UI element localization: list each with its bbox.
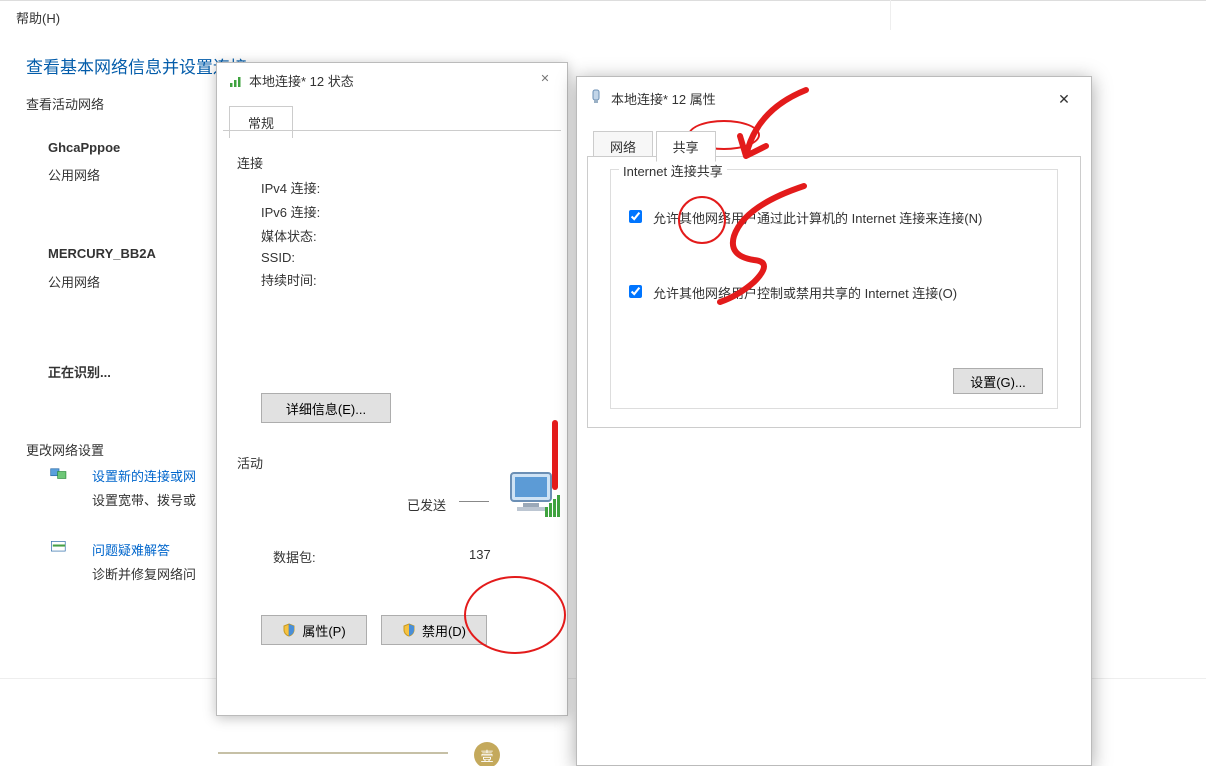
ipv6-label: IPv6 连接: xyxy=(261,202,351,221)
setup-connection-icon xyxy=(50,466,68,482)
adapter-icon xyxy=(589,89,603,108)
pc-monitor-icon xyxy=(505,469,565,521)
sent-label: 已发送 xyxy=(407,495,446,514)
properties-dialog-title: 本地连接* 12 属性 xyxy=(589,89,716,108)
duration-label: 持续时间: xyxy=(261,270,351,289)
network-name-2: MERCURY_BB2A xyxy=(48,246,156,261)
setup-connection-desc: 设置宽带、拨号或 xyxy=(92,490,196,509)
details-button[interactable]: 详细信息(E)... xyxy=(261,393,391,423)
activity-header: 活动 xyxy=(237,453,263,472)
status-dialog-title: 本地连接* 12 状态 xyxy=(229,71,354,90)
status-dialog: 本地连接* 12 状态 常规 连接 IPv4 连接: IPv6 连接: 媒体状态… xyxy=(216,62,568,716)
disable-button[interactable]: 禁用(D) xyxy=(381,615,487,645)
network-type-2: 公用网络 xyxy=(48,272,100,291)
menu-help[interactable]: 帮助(H) xyxy=(16,8,60,27)
network-type-1: 公用网络 xyxy=(48,165,100,184)
allow-others-control-label: 允许其他网络用户控制或禁用共享的 Internet 连接(O) xyxy=(653,283,957,302)
sent-dash xyxy=(459,501,489,502)
status-close-button[interactable] xyxy=(529,67,561,89)
properties-button[interactable]: 属性(P) xyxy=(261,615,367,645)
allow-others-control-checkbox[interactable] xyxy=(629,285,642,298)
identifying-label: 正在识别... xyxy=(48,362,111,381)
status-dialog-title-text: 本地连接* 12 状态 xyxy=(249,71,354,90)
setup-connection-link[interactable]: 设置新的连接或网 xyxy=(92,466,196,485)
page-title: 查看基本网络信息并设置连接 xyxy=(26,53,247,78)
disable-button-label: 禁用(D) xyxy=(422,621,466,640)
network-name-1: GhcaPppoe xyxy=(48,140,120,155)
shield-icon xyxy=(282,623,296,637)
troubleshoot-link[interactable]: 问题疑难解答 xyxy=(92,540,170,559)
section-change-settings: 更改网络设置 xyxy=(26,440,104,459)
ipv4-label: IPv4 连接: xyxy=(261,178,351,197)
signal-icon xyxy=(229,74,243,88)
allow-others-connect-label: 允许其他网络用户通过此计算机的 Internet 连接来连接(N) xyxy=(653,208,982,227)
decorative-line xyxy=(218,752,448,754)
allow-others-connect-checkbox[interactable] xyxy=(629,210,642,223)
ics-settings-button[interactable]: 设置(G)... xyxy=(953,368,1043,394)
ssid-label: SSID: xyxy=(261,250,351,265)
ics-legend: Internet 连接共享 xyxy=(619,161,727,180)
troubleshoot-desc: 诊断并修复网络问 xyxy=(92,564,196,583)
connection-header: 连接 xyxy=(237,153,547,172)
properties-button-label: 属性(P) xyxy=(302,621,345,640)
page-badge: 壹 xyxy=(474,742,500,766)
section-active-networks: 查看活动网络 xyxy=(26,94,104,113)
packets-value: 137 xyxy=(469,547,491,562)
properties-dialog: 本地连接* 12 属性 网络 共享 Internet 连接共享 允许其他网络用户… xyxy=(576,76,1092,766)
ics-fieldset: Internet 连接共享 允许其他网络用户通过此计算机的 Internet 连… xyxy=(610,169,1058,409)
packets-label: 数据包: xyxy=(273,547,316,566)
properties-dialog-title-text: 本地连接* 12 属性 xyxy=(611,89,716,108)
tab-general[interactable]: 常规 xyxy=(229,106,293,138)
tab-sharing[interactable]: 共享 xyxy=(656,131,716,162)
media-label: 媒体状态: xyxy=(261,226,351,245)
troubleshoot-icon xyxy=(50,540,68,556)
shield-icon xyxy=(402,623,416,637)
properties-close-button[interactable] xyxy=(1047,87,1081,111)
